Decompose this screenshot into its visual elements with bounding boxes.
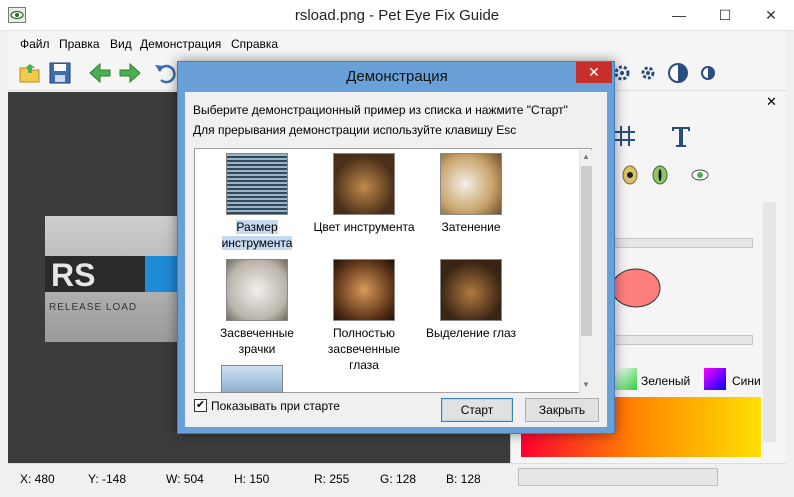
progress-bar [518,468,718,486]
save-icon[interactable] [48,61,72,85]
panel-close-button[interactable]: ✕ [766,94,777,110]
cat-orange-thumbnail [333,153,395,215]
blue-swatch[interactable] [704,368,726,390]
shade-slider[interactable] [601,335,753,345]
gear-small-icon[interactable] [636,61,660,85]
status-r: R: 255 [314,472,350,486]
preview-image: RS RELEASE LOAD [45,216,180,342]
dialog-title: Демонстрация [346,68,448,85]
dialog-instruction: Выберите демонстрационный пример из спис… [193,103,568,117]
list-item[interactable]: Выделение глаз [419,259,523,341]
show-on-start-checkbox[interactable]: ✔ [194,399,207,412]
list-item-label: Засвеченные зрачки [220,326,294,356]
list-item[interactable]: Затенение [419,153,523,235]
status-y: Y: -148 [88,472,127,486]
dialog-hint: Для прерывания демонстрации используйте … [193,123,517,137]
eye-green-icon[interactable] [649,164,671,186]
status-bar: X: 480 Y: -148 W: 504 H: 150 R: 255 G: 1… [8,463,786,491]
eye-dark-icon[interactable] [619,164,641,186]
text-tool-icon[interactable] [669,124,693,148]
scroll-up-icon[interactable]: ▲ [582,152,590,161]
list-item-label: Затенение [441,220,501,234]
eye-tool-icon[interactable] [689,164,711,186]
grid-icon[interactable] [613,124,637,148]
undo-icon[interactable] [153,61,177,85]
list-item-label: Размер инструмента [221,220,293,250]
green-label: Зеленый [641,374,691,388]
forward-arrow-icon[interactable] [118,61,142,85]
cat-eyes-thumbnail [440,259,502,321]
scroll-down-icon[interactable]: ▼ [582,380,590,389]
dog-thumbnail [333,259,395,321]
dialog-close-button[interactable]: ✕ [576,62,612,83]
list-item[interactable]: Цвет инструмента [312,153,416,235]
menu-edit[interactable]: Правка [59,37,100,51]
menu-file[interactable]: Файл [20,37,50,51]
demo-list[interactable]: Размер инструмента Цвет инструмента Зате… [194,148,592,393]
menu-view[interactable]: Вид [110,37,132,51]
color-preview-ellipse [611,268,661,308]
cat-fluffy-thumbnail [226,259,288,321]
list-item-label: Выделение глаз [425,326,517,340]
green-swatch[interactable] [615,368,637,390]
svg-text:RS: RS [51,257,95,293]
list-item-label: Полностью засвеченные глаза [327,326,401,372]
open-icon[interactable] [18,61,42,85]
minimize-button[interactable]: — [656,0,702,31]
cat-blue-thumbnail [226,153,288,215]
contrast-small-icon[interactable] [696,61,720,85]
close-window-button[interactable]: ✕ [748,0,794,31]
size-slider[interactable] [601,238,753,248]
menu-help[interactable]: Справка [231,37,278,51]
svg-text:RELEASE LOAD: RELEASE LOAD [49,302,137,313]
back-arrow-icon[interactable] [88,61,112,85]
start-button[interactable]: Старт [441,398,513,422]
demo-dialog: Демонстрация ✕ Выберите демонстрационный… [177,61,615,434]
show-on-start-label: Показывать при старте [211,399,340,413]
status-b: B: 128 [446,472,481,486]
title-bar: rsload.png - Pet Eye Fix Guide — ☐ ✕ [0,0,794,31]
dialog-body: Выберите демонстрационный пример из спис… [185,92,607,427]
maximize-button[interactable]: ☐ [702,0,748,31]
list-item-label: Цвет инструмента [313,220,415,234]
cat-white-thumbnail [440,153,502,215]
list-item[interactable]: Размер инструмента [205,153,309,251]
menu-demo[interactable]: Демонстрация [140,37,221,51]
contrast-icon[interactable] [666,61,690,85]
status-h: H: 150 [234,472,270,486]
blue-label: Сини [732,374,761,388]
panel-scrollbar[interactable] [763,202,776,442]
landscape-thumbnail[interactable] [221,365,283,393]
status-g: G: 128 [380,472,417,486]
close-dialog-button[interactable]: Закрыть [525,398,599,422]
list-item[interactable]: Полностью засвеченные глаза [312,259,416,373]
menu-bar: Файл Правка Вид Демонстрация Справка [8,31,786,55]
status-x: X: 480 [20,472,55,486]
list-scrollbar[interactable]: ▲ ▼ [579,150,592,393]
list-item[interactable]: Засвеченные зрачки [205,259,309,357]
scroll-thumb[interactable] [581,166,592,336]
status-w: W: 504 [166,472,204,486]
